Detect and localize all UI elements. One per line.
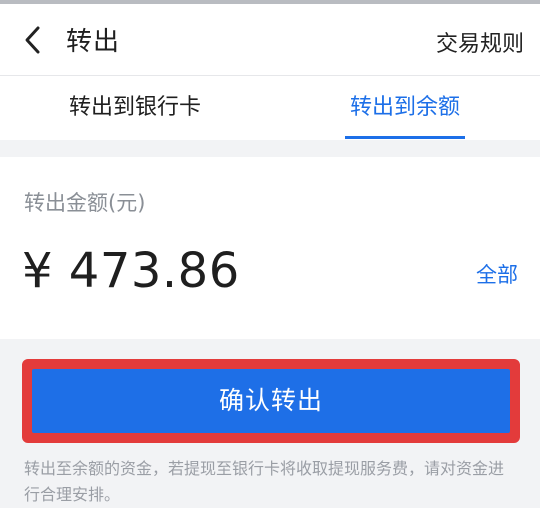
trading-rules-link[interactable]: 交易规则 <box>436 26 524 58</box>
tab-to-balance[interactable]: 转出到余额 <box>330 76 480 140</box>
amount-label: 转出金额(元) <box>24 191 146 215</box>
back-button[interactable] <box>18 22 50 58</box>
header-bar: 转出 交易规则 <box>0 4 540 76</box>
confirm-transfer-button[interactable]: 确认转出 <box>32 369 510 433</box>
tab-to-bank-card[interactable]: 转出到银行卡 <box>44 76 226 140</box>
confirm-button-highlight: 确认转出 <box>22 359 520 443</box>
amount-value[interactable]: ¥ 473.86 <box>22 243 240 299</box>
chevron-left-icon <box>25 26 40 54</box>
amount-card: 转出金额(元) ¥ 473.86 全部 <box>0 157 540 339</box>
page-title: 转出 <box>66 27 121 57</box>
withdraw-all-link[interactable]: 全部 <box>476 259 518 289</box>
active-tab-indicator <box>345 136 465 139</box>
transfer-tabs: 转出到银行卡 转出到余额 <box>0 76 540 140</box>
fee-notice: 转出至余额的资金，若提现至银行卡将收取提现服务费，请对资金进行合理安排。 <box>24 459 505 504</box>
